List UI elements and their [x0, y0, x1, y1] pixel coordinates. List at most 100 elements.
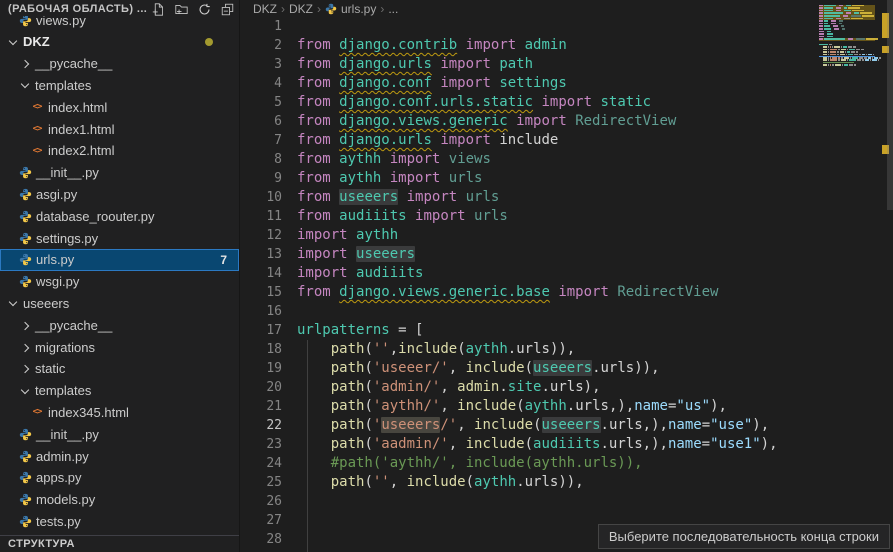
line-number: 26	[240, 492, 297, 511]
code-text: import audiiits	[297, 264, 423, 283]
breadcrumb-item[interactable]: DKZ	[253, 2, 277, 16]
tree-item-label: database_roouter.py	[36, 209, 155, 224]
code-line-19[interactable]: 19 path('useeer/', include(useeers.urls)…	[240, 359, 819, 378]
tree-item-apps-py[interactable]: apps.py	[0, 467, 239, 489]
new-folder-icon[interactable]	[173, 1, 189, 17]
code-line-6[interactable]: 6from django.views.generic import Redire…	[240, 112, 819, 131]
tree-item--pycache-[interactable]: __pycache__	[0, 53, 239, 75]
code-line-16[interactable]: 16	[240, 302, 819, 321]
breadcrumb-item[interactable]: ...	[388, 2, 398, 16]
code-line-9[interactable]: 9from aythh import urls	[240, 169, 819, 188]
python-icon	[18, 450, 32, 463]
file-tree: views.pyDKZ__pycache__templates<>index.h…	[0, 16, 239, 532]
code-line-13[interactable]: 13import useeers	[240, 245, 819, 264]
tree-item-admin-py[interactable]: admin.py	[0, 445, 239, 467]
breadcrumb-item[interactable]: urls.py	[325, 2, 376, 16]
code-line-1[interactable]: 1	[240, 17, 819, 36]
code-line-7[interactable]: 7from django.urls import include	[240, 131, 819, 150]
tree-item-index345-html[interactable]: <>index345.html	[0, 402, 239, 424]
breadcrumb-separator-icon: ›	[380, 2, 384, 16]
tree-item--pycache-[interactable]: __pycache__	[0, 314, 239, 336]
line-number: 13	[240, 245, 297, 264]
tree-item-models-py[interactable]: models.py	[0, 489, 239, 511]
breadcrumb-label: DKZ	[253, 2, 277, 16]
code-line-10[interactable]: 10from useeers import urls	[240, 188, 819, 207]
code-text: from django.views.generic.base import Re…	[297, 283, 718, 302]
chevron-right-icon	[18, 344, 31, 351]
tree-item-wsgi-py[interactable]: wsgi.py	[0, 271, 239, 293]
tree-item-settings-py[interactable]: settings.py	[0, 227, 239, 249]
tree-item-label: DKZ	[23, 34, 50, 49]
code-line-18[interactable]: 18 path('',include(aythh.urls)),	[240, 340, 819, 359]
tree-item--init-py[interactable]: __init__.py	[0, 162, 239, 184]
line-number: 1	[240, 17, 297, 36]
code-line-20[interactable]: 20 path('admin/', admin.site.urls),	[240, 378, 819, 397]
tree-item-asgi-py[interactable]: asgi.py	[0, 184, 239, 206]
code-line-5[interactable]: 5from django.conf.urls.static import sta…	[240, 93, 819, 112]
code-line-8[interactable]: 8from aythh import views	[240, 150, 819, 169]
code-line-2[interactable]: 2from django.contrib import admin	[240, 36, 819, 55]
code-line-3[interactable]: 3from django.urls import path	[240, 55, 819, 74]
code-line-14[interactable]: 14import audiiits	[240, 264, 819, 283]
line-number: 10	[240, 188, 297, 207]
tree-item-useeers[interactable]: useeers	[0, 293, 239, 315]
line-number: 20	[240, 378, 297, 397]
tree-item-label: models.py	[36, 492, 95, 507]
code-text: path('aadmin/', include(audiiits.urls,),…	[297, 435, 778, 454]
code-line-22[interactable]: 22 path('useeers/', include(useeers.urls…	[240, 416, 819, 435]
tree-item-dkz[interactable]: DKZ	[0, 31, 239, 53]
breadcrumb-item[interactable]: DKZ	[289, 2, 313, 16]
python-icon	[18, 515, 32, 528]
outline-section-header[interactable]: СТРУКТУРА	[0, 535, 239, 552]
code-text: import useeers	[297, 245, 415, 264]
workspace-section-header[interactable]: (РАБОЧАЯ ОБЛАСТЬ) ...	[0, 0, 239, 16]
line-number: 23	[240, 435, 297, 454]
tree-item-views-py[interactable]: views.py	[0, 16, 239, 31]
line-number: 24	[240, 454, 297, 473]
tree-item--init-py[interactable]: __init__.py	[0, 423, 239, 445]
code-line-21[interactable]: 21 path('aythh/', include(aythh.urls,),n…	[240, 397, 819, 416]
collapse-all-icon[interactable]	[219, 1, 235, 17]
code-line-15[interactable]: 15from django.views.generic.base import …	[240, 283, 819, 302]
code-line-12[interactable]: 12import aythh	[240, 226, 819, 245]
tree-item-templates[interactable]: templates	[0, 75, 239, 97]
code-text: from aythh import urls	[297, 169, 482, 188]
chevron-down-icon	[6, 301, 19, 305]
new-file-icon[interactable]	[150, 1, 166, 17]
code-line-23[interactable]: 23 path('aadmin/', include(audiiits.urls…	[240, 435, 819, 454]
minimap[interactable]	[819, 2, 875, 75]
tree-item-index-html[interactable]: <>index.html	[0, 96, 239, 118]
chevron-down-icon	[18, 83, 31, 87]
code-line-26[interactable]: 26	[240, 492, 819, 511]
code-line-4[interactable]: 4from django.conf import settings	[240, 74, 819, 93]
problems-badge: 7	[220, 253, 227, 267]
code-line-25[interactable]: 25 path('', include(aythh.urls)),	[240, 473, 819, 492]
code-line-11[interactable]: 11from audiiits import urls	[240, 207, 819, 226]
code-text: path('admin/', admin.site.urls),	[297, 378, 601, 397]
refresh-icon[interactable]	[196, 1, 212, 17]
outline-label: СТРУКТУРА	[8, 538, 75, 550]
tree-item-templates[interactable]: templates	[0, 380, 239, 402]
code-line-24[interactable]: 24 #path('aythh/', include(aythh.urls)),	[240, 454, 819, 473]
code-text: path('',include(aythh.urls)),	[297, 340, 575, 359]
chevron-right-icon	[18, 60, 31, 67]
chevron-down-icon	[6, 40, 19, 44]
editor-scrollbar[interactable]	[887, 0, 893, 210]
tree-item-migrations[interactable]: migrations	[0, 336, 239, 358]
tree-item-index1-html[interactable]: <>index1.html	[0, 118, 239, 140]
code-text: path('', include(aythh.urls)),	[297, 473, 584, 492]
tree-item-static[interactable]: static	[0, 358, 239, 380]
tree-item-urls-py[interactable]: urls.py7	[0, 249, 239, 271]
code-text: path('useeers/', include(useeers.urls,),…	[297, 416, 769, 435]
modified-dot-icon	[205, 38, 213, 46]
html-icon: <>	[30, 124, 44, 134]
tree-item-index2-html[interactable]: <>index2.html	[0, 140, 239, 162]
code-text: from django.conf.urls.static import stat…	[297, 93, 651, 112]
code-line-17[interactable]: 17urlpatterns = [	[240, 321, 819, 340]
tree-item-database-roouter-py[interactable]: database_roouter.py	[0, 205, 239, 227]
tree-item-tests-py[interactable]: tests.py	[0, 511, 239, 533]
tree-item-label: index.html	[48, 100, 107, 115]
python-icon	[18, 428, 32, 441]
code-area[interactable]: 12from django.contrib import admin3from …	[240, 17, 819, 549]
line-number: 3	[240, 55, 297, 74]
